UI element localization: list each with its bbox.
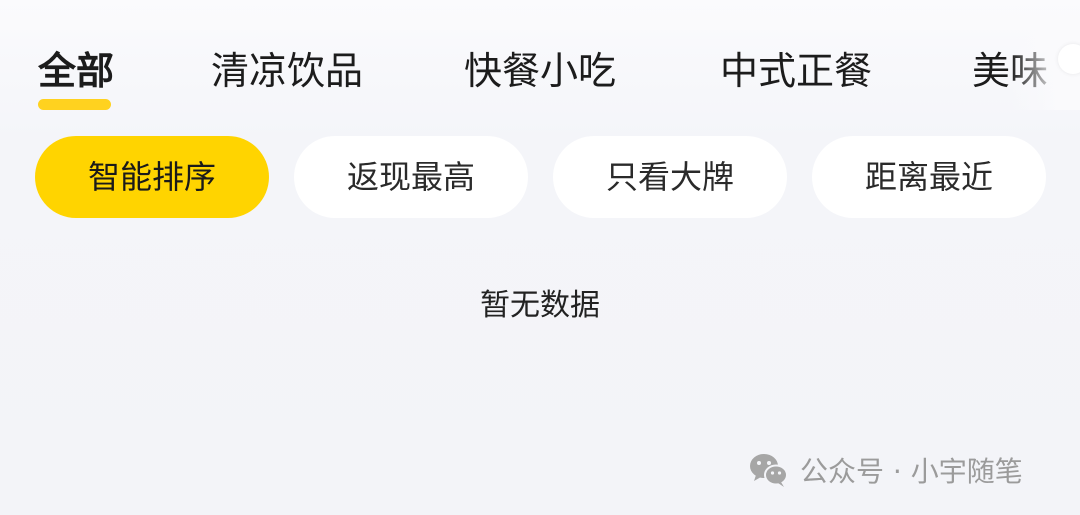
category-tabs: 全部 清凉饮品 快餐小吃 中式正餐 美味 (0, 0, 1080, 120)
sort-chips: 智能排序 返现最高 只看大牌 距离最近 (0, 134, 1080, 224)
tab-cold-drinks[interactable]: 清凉饮品 (211, 48, 363, 94)
watermark-text: 公众号 · 小宇随笔 (800, 455, 1023, 488)
tab-fast-food[interactable]: 快餐小吃 (464, 48, 616, 94)
tab-delicious[interactable]: 美味 (972, 48, 1048, 94)
wechat-icon (750, 454, 788, 487)
tab-chinese-meal[interactable]: 中式正餐 (720, 48, 872, 94)
chip-nearest[interactable]: 距离最近 (812, 136, 1046, 218)
tabs-more-indicator[interactable] (1058, 44, 1080, 74)
page: 全部 清凉饮品 快餐小吃 中式正餐 美味 智能排序 返现最高 只看大牌 距离最近… (0, 0, 1080, 515)
empty-state-text: 暂无数据 (480, 288, 600, 323)
tab-all[interactable]: 全部 (38, 48, 114, 94)
chip-smart-sort[interactable]: 智能排序 (35, 136, 269, 218)
active-tab-indicator (38, 99, 111, 110)
chip-big-brands[interactable]: 只看大牌 (553, 136, 787, 218)
chip-highest-cashback[interactable]: 返现最高 (294, 136, 528, 218)
watermark: 公众号 · 小宇随笔 (748, 448, 1023, 492)
